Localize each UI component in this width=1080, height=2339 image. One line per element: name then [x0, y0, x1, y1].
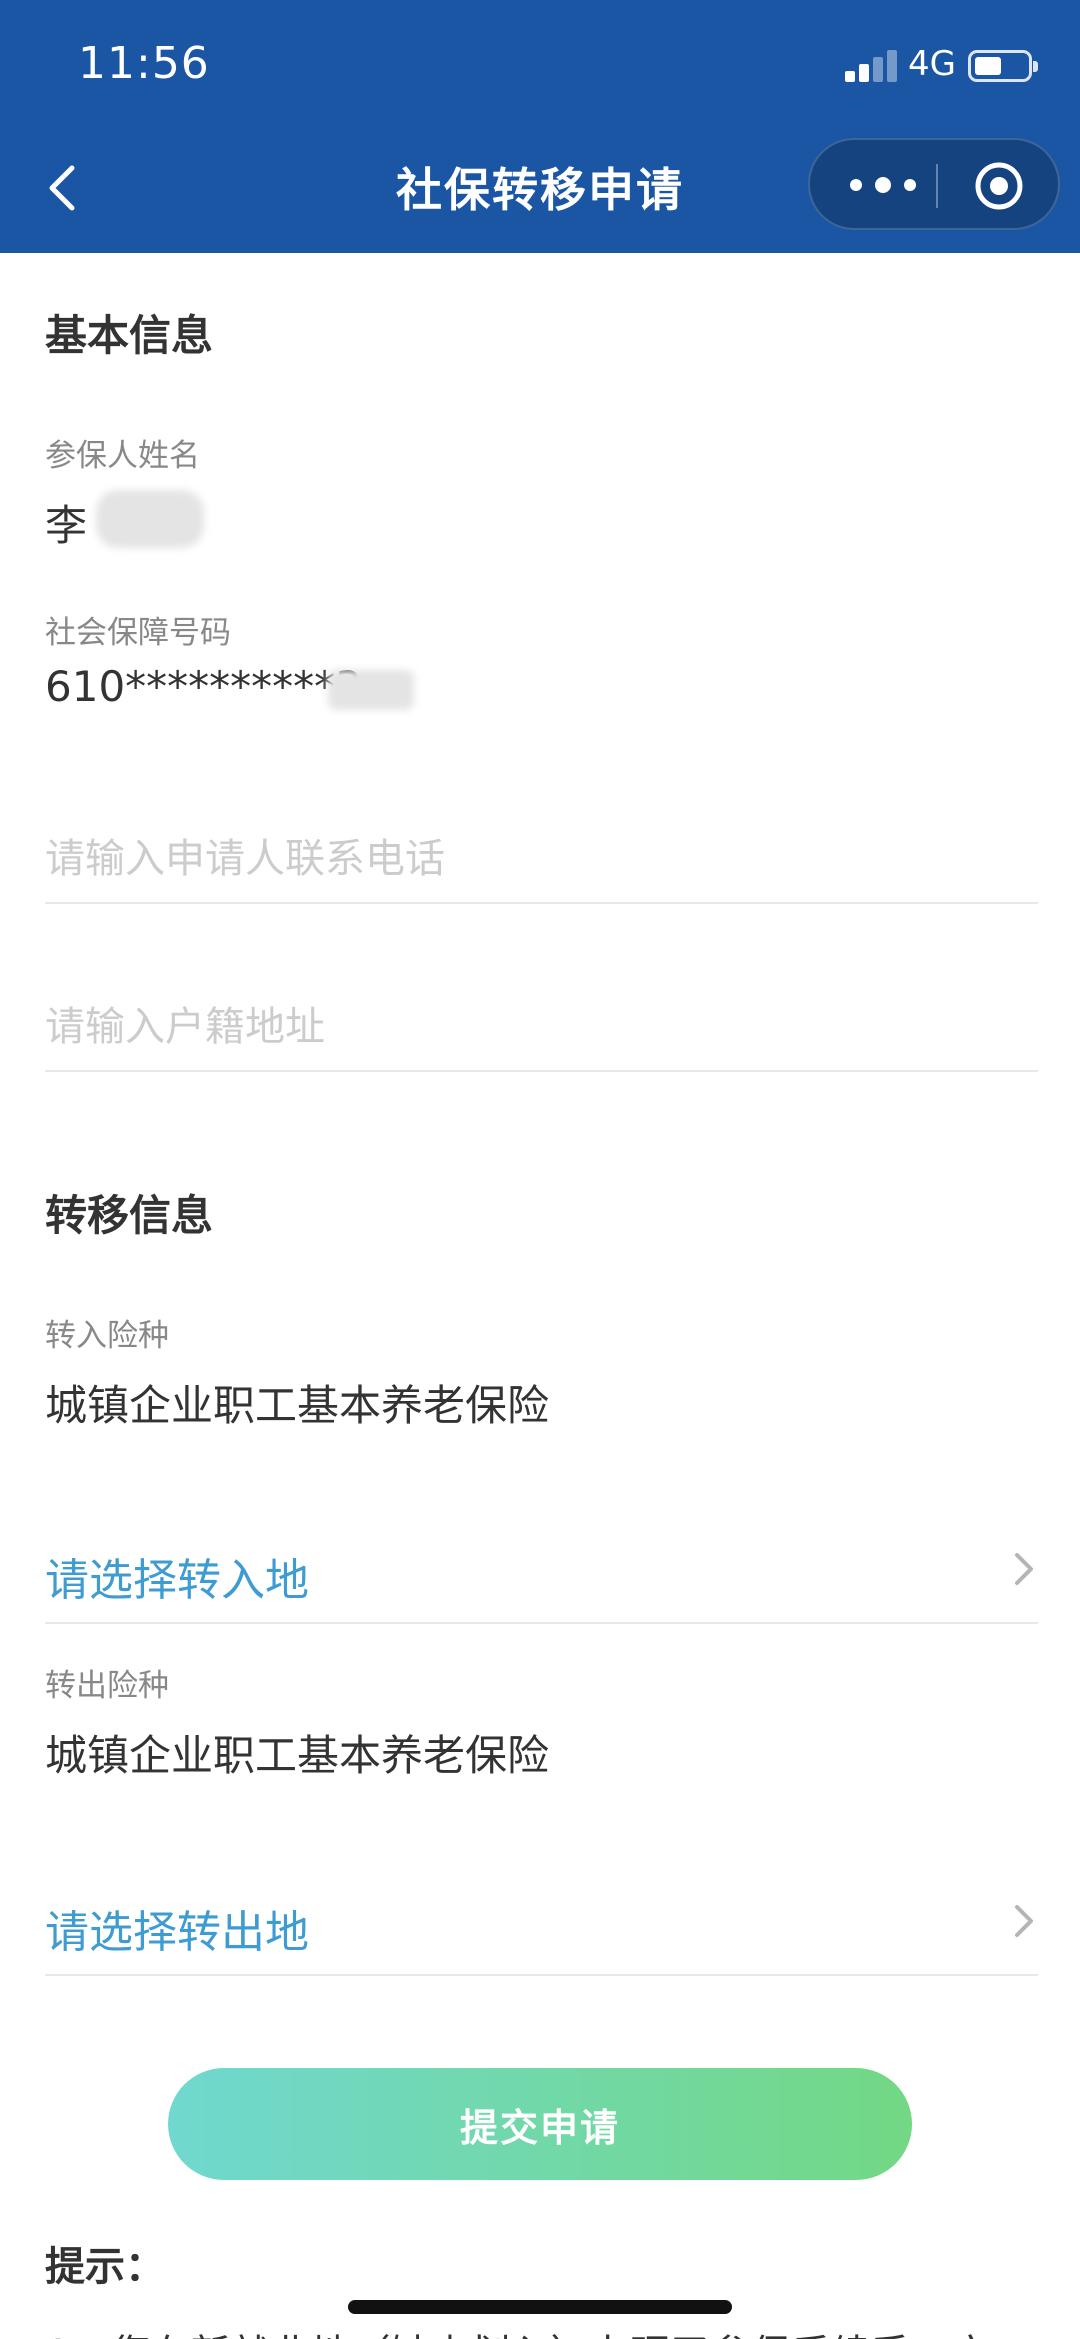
- in-place-prompt: 请选择转入地: [45, 1555, 309, 1606]
- name-label: 参保人姓名: [45, 438, 200, 474]
- tips-line: 1、您在新就业地（缺少划入）办理了参保后续手，方: [45, 2322, 990, 2339]
- in-place-select[interactable]: 请选择转入地: [45, 1514, 1038, 1624]
- in-type-value: 城镇企业职工基本养老保险: [45, 1381, 550, 1430]
- menu-capsule: [808, 138, 1060, 230]
- tips-title: 提示：: [45, 2244, 165, 2290]
- phone-input[interactable]: [45, 816, 1038, 904]
- more-options-icon[interactable]: [844, 168, 922, 202]
- ssn-label: 社会保障号码: [45, 615, 231, 651]
- ssn-value: 610**********3: [45, 662, 362, 711]
- network-label: 4G: [908, 44, 956, 84]
- battery-icon: [968, 50, 1038, 82]
- capsule-divider: [936, 164, 938, 208]
- submit-button[interactable]: 提交申请: [168, 2068, 912, 2180]
- out-place-select[interactable]: 请选择转出地: [45, 1866, 1038, 1976]
- out-place-prompt: 请选择转出地: [45, 1907, 309, 1958]
- signal-icon: [845, 50, 897, 82]
- status-time: 11:56: [78, 38, 210, 89]
- transfer-info-title: 转移信息: [45, 1191, 214, 1240]
- status-bar: 11:56 4G: [0, 0, 1080, 130]
- close-miniprogram-icon[interactable]: [973, 160, 1025, 212]
- home-indicator[interactable]: [348, 2300, 732, 2314]
- chevron-right-icon: [1015, 1905, 1033, 1937]
- out-type-value: 城镇企业职工基本养老保险: [45, 1731, 550, 1780]
- address-input[interactable]: [45, 984, 1038, 1072]
- out-type-label: 转出险种: [45, 1668, 169, 1704]
- chevron-right-icon: [1015, 1553, 1033, 1585]
- nav-bar: 社保转移申请: [0, 130, 1080, 253]
- header-bar: 11:56 4G 社保转移申请: [0, 0, 1080, 253]
- name-value: 李: [45, 501, 88, 550]
- ssn-redaction: [328, 670, 414, 710]
- in-type-label: 转入险种: [45, 1318, 169, 1354]
- name-redaction: [96, 490, 204, 548]
- basic-info-title: 基本信息: [45, 311, 214, 360]
